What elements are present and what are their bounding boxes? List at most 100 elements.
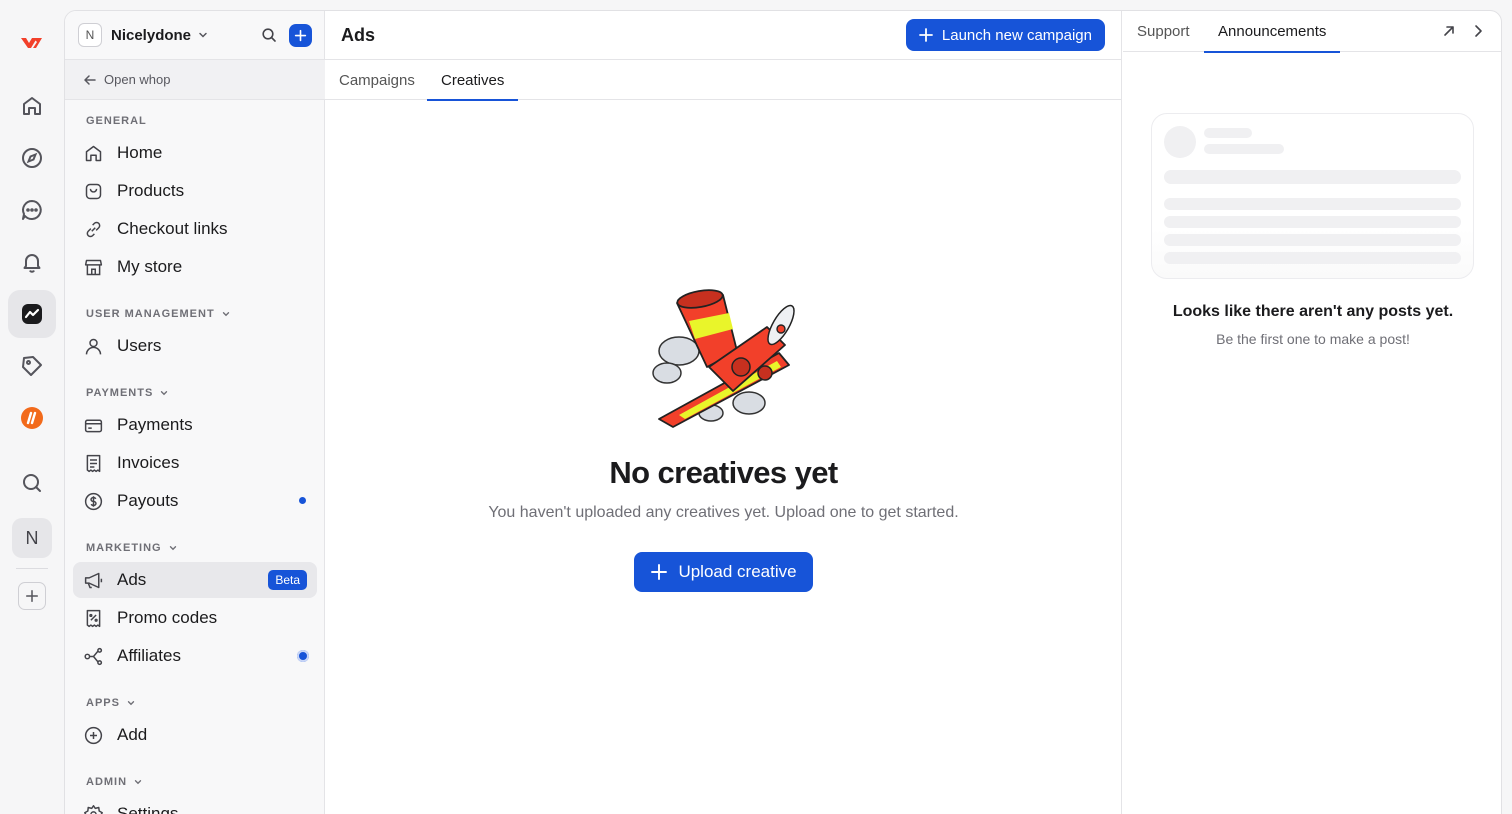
page-header: Ads Launch new campaign	[325, 11, 1121, 60]
sidebar-item-label: Checkout links	[117, 219, 228, 238]
whop-app-icon[interactable]	[8, 394, 56, 442]
airplane-illustration	[651, 289, 795, 428]
no-posts-subtitle: Be the first one to make a post!	[1216, 331, 1410, 347]
chevron-down-icon	[127, 701, 135, 706]
chevron-down-icon	[161, 391, 168, 396]
home-icon[interactable]	[8, 82, 56, 130]
sidebar-item-home[interactable]: Home	[73, 135, 317, 171]
external-link-icon[interactable]	[1441, 23, 1457, 39]
sidebar-item-label: Products	[117, 181, 185, 200]
user-icon	[85, 338, 102, 354]
no-posts-title: Looks like there aren't any posts yet.	[1172, 303, 1454, 320]
sidebar-item-checkout-links[interactable]: Checkout links	[73, 211, 317, 247]
sidebar-item-label: Home	[117, 143, 163, 162]
sidebar-item-label: Affiliates	[117, 646, 181, 665]
section-label: GENERAL	[86, 115, 147, 127]
section-label: ADMIN	[86, 776, 128, 788]
sidebar-item-users[interactable]: Users	[73, 328, 317, 364]
arrow-left-icon	[84, 74, 96, 85]
section-apps[interactable]: APPS	[86, 697, 136, 709]
bag-icon	[85, 183, 102, 199]
avatar[interactable]: N	[12, 518, 52, 558]
section-admin[interactable]: ADMIN	[86, 776, 143, 788]
gear-icon	[84, 804, 103, 814]
sidebar-item-products[interactable]: Products	[73, 173, 317, 209]
main-content: Ads Launch new campaign Campaigns Creati…	[325, 11, 1122, 814]
compass-icon[interactable]	[8, 134, 56, 182]
sidebar-item-payments[interactable]: Payments	[73, 407, 317, 443]
promo-icon	[86, 609, 101, 627]
page-title: Ads	[341, 24, 376, 45]
tab-campaigns[interactable]: Campaigns	[339, 60, 415, 100]
chat-icon[interactable]	[8, 186, 56, 234]
tab-bar: Campaigns Creatives	[325, 60, 1121, 101]
section-payments[interactable]: PAYMENTS	[86, 387, 169, 399]
sidebar-item-label: Promo codes	[117, 608, 218, 627]
logo-icon[interactable]	[8, 18, 56, 66]
empty-state: No creatives yet You haven't uploaded an…	[325, 281, 1122, 592]
open-whop-label: Open whop	[104, 72, 171, 87]
affiliates-icon	[84, 647, 103, 665]
chevron-right-icon[interactable]	[1470, 23, 1486, 39]
bell-icon[interactable]	[8, 238, 56, 286]
chevron-down-icon	[134, 780, 142, 785]
sidebar-item-label: Payments	[117, 415, 193, 434]
section-marketing[interactable]: MARKETING	[86, 542, 178, 554]
search-icon[interactable]	[261, 27, 277, 43]
tab-support[interactable]: Support	[1137, 11, 1190, 52]
tab-announcements[interactable]: Announcements	[1203, 11, 1341, 53]
home-icon	[85, 145, 102, 161]
section-label: MARKETING	[86, 542, 162, 554]
chevron-down-icon	[222, 312, 229, 317]
workspace-switcher[interactable]: N Nicelydone	[65, 11, 325, 60]
sidebar-item-settings[interactable]: Settings	[73, 796, 317, 814]
section-label: APPS	[86, 697, 120, 709]
sidebar-item-my-store[interactable]: My store	[73, 249, 317, 285]
beta-badge: Beta	[268, 570, 307, 590]
sidebar-item-promo-codes[interactable]: Promo codes	[73, 600, 317, 636]
sidebar-item-add[interactable]: Add	[73, 717, 317, 753]
section-label: USER MANAGEMENT	[86, 308, 215, 320]
notification-dot	[299, 497, 306, 504]
sidebar-item-ads[interactable]: Ads Beta	[73, 562, 317, 598]
empty-state-subtitle: You haven't uploaded any creatives yet. …	[488, 504, 959, 521]
notification-dot	[297, 650, 309, 662]
open-whop-link[interactable]: Open whop	[65, 60, 325, 100]
upload-creative-label: Upload creative	[678, 562, 797, 581]
sidebar-item-label: Invoices	[117, 453, 180, 472]
upload-creative-button[interactable]: Upload creative	[634, 552, 813, 592]
sidebar-item-label: Add	[117, 725, 148, 744]
sidebar-item-payouts[interactable]: Payouts	[73, 483, 317, 519]
plus-circle-icon	[84, 726, 103, 744]
section-user-management[interactable]: USER MANAGEMENT	[86, 308, 231, 320]
sidebar-item-affiliates[interactable]: Affiliates	[73, 638, 317, 674]
link-icon	[86, 221, 101, 237]
dashboard-icon[interactable]	[8, 290, 56, 338]
chevron-down-icon	[169, 546, 176, 551]
sidebar-item-label: Settings	[117, 804, 179, 814]
section-label: PAYMENTS	[86, 387, 154, 399]
store-icon	[84, 259, 103, 275]
megaphone-icon	[84, 572, 103, 588]
empty-state-title: No creatives yet	[609, 455, 838, 490]
sidebar-item-label: Users	[117, 336, 162, 355]
workspace-name: Nicelydone	[111, 26, 192, 44]
section-general: GENERAL	[86, 115, 147, 127]
app-rail: N	[0, 0, 64, 814]
create-button[interactable]	[289, 24, 312, 47]
tag-icon[interactable]	[8, 342, 56, 390]
announcements-panel: Support Announcements Looks like there a…	[1123, 11, 1501, 814]
tab-creatives[interactable]: Creatives	[426, 60, 519, 101]
sidebar-item-invoices[interactable]: Invoices	[73, 445, 317, 481]
sidebar-item-label: My store	[117, 257, 183, 276]
post-skeleton	[1151, 113, 1474, 279]
search-icon[interactable]	[8, 459, 56, 507]
chevron-down-icon	[199, 32, 207, 38]
workspace-avatar: N	[78, 23, 102, 47]
rail-divider	[16, 568, 48, 569]
sidebar: N Nicelydone Open whop GENERAL Home Prod…	[65, 11, 325, 814]
launch-campaign-button[interactable]: Launch new campaign	[905, 19, 1105, 51]
receipt-icon	[86, 454, 101, 472]
add-icon[interactable]	[18, 582, 46, 610]
panel-tab-bar: Support Announcements	[1123, 11, 1501, 53]
